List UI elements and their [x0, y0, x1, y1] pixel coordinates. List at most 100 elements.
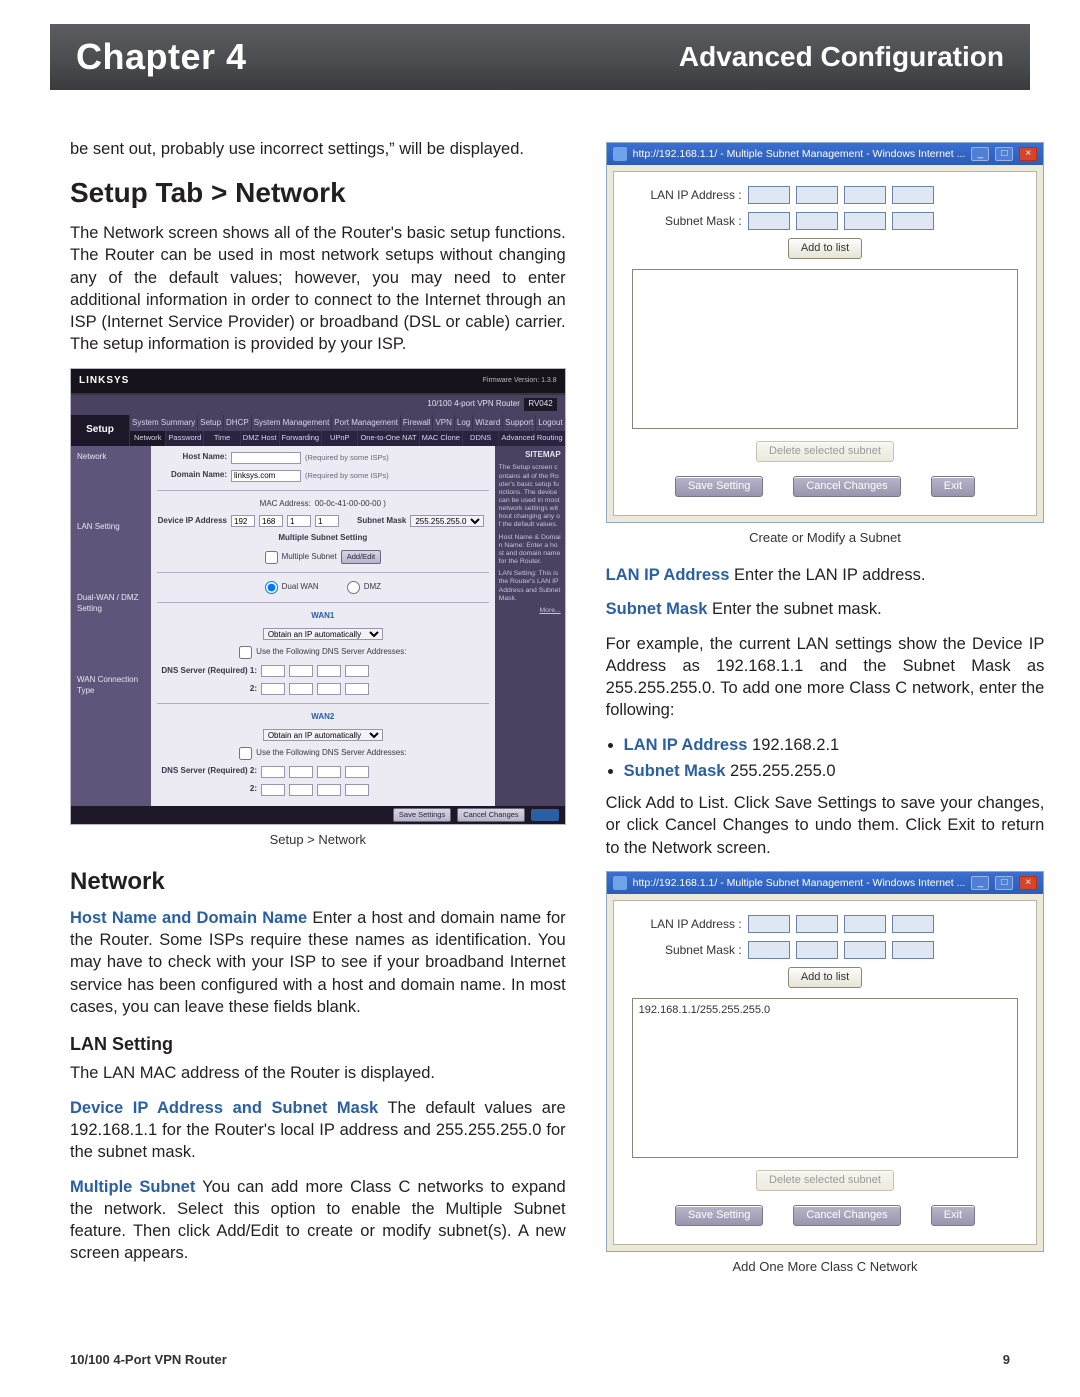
lan-ip-label: LAN IP Address : [632, 187, 742, 203]
tab[interactable]: Firewall [400, 415, 433, 432]
multi-subnet-title: Multiple Subnet Setting [157, 533, 489, 544]
subtab[interactable]: One-to-One NAT [357, 431, 418, 445]
lan-ip-octet[interactable] [748, 915, 790, 933]
ip-octet[interactable] [259, 515, 283, 527]
dns2-checkbox[interactable] [239, 747, 252, 760]
delete-subnet-button[interactable]: Delete selected subnet [756, 1170, 894, 1191]
subnet-octet[interactable] [748, 941, 790, 959]
lan-ip-octet[interactable] [796, 186, 838, 204]
heading-network: Network [70, 866, 566, 898]
subnet-label: Subnet Mask [357, 516, 406, 527]
router-brand: LINKSYS [79, 374, 129, 388]
subtab[interactable]: Time [203, 431, 239, 445]
ip-octet[interactable] [287, 515, 311, 527]
lan-ip-octet[interactable] [844, 186, 886, 204]
subtab[interactable]: Forwarding [279, 431, 322, 445]
lan-ip-octet[interactable] [892, 915, 934, 933]
addedit-button[interactable]: Add/Edit [341, 550, 381, 564]
tab[interactable]: Port Management [331, 415, 400, 432]
save-setting-button[interactable]: Save Setting [675, 1205, 763, 1226]
lan-ip-octet[interactable] [892, 186, 934, 204]
right-column: http://192.168.1.1/ - Multiple Subnet Ma… [606, 138, 1045, 1317]
more-link[interactable]: More... [499, 607, 561, 615]
add-to-list-button[interactable]: Add to list [788, 967, 862, 988]
subtab[interactable]: DMZ Host [240, 431, 279, 445]
subtab[interactable]: Advanced Routing [498, 431, 564, 445]
subnet-octet[interactable] [892, 212, 934, 230]
lan-ip-para: LAN IP Address Enter the LAN IP address. [606, 564, 1045, 586]
tab[interactable]: VPN [432, 415, 453, 432]
left-column: be sent out, probably use incorrect sett… [70, 138, 566, 1317]
cisco-logo [531, 809, 559, 821]
device-ip-para: Device IP Address and Subnet Mask The de… [70, 1097, 566, 1164]
subtab[interactable]: MAC Clone [419, 431, 462, 445]
dns1-checkbox[interactable] [239, 646, 252, 659]
subnet-octet[interactable] [796, 941, 838, 959]
exit-button[interactable]: Exit [931, 476, 975, 497]
sitemap-link[interactable]: SITEMAP [499, 450, 561, 461]
subnet-octet[interactable] [892, 941, 934, 959]
delete-subnet-button[interactable]: Delete selected subnet [756, 441, 894, 462]
lan-ip-octet[interactable] [748, 186, 790, 204]
tab[interactable]: Wizard [472, 415, 502, 432]
router-model: 10/100 4-port VPN Router [427, 399, 520, 410]
tab[interactable]: System Summary [129, 415, 197, 432]
exit-button[interactable]: Exit [931, 1205, 975, 1226]
device-ip-label: Device IP Address [157, 516, 227, 527]
add-to-list-button[interactable]: Add to list [788, 238, 862, 259]
minimize-icon[interactable]: _ [971, 876, 989, 890]
subnet-octet[interactable] [844, 941, 886, 959]
tab[interactable]: Support [502, 415, 535, 432]
lan-ip-octet[interactable] [844, 915, 886, 933]
ip-octet[interactable] [315, 515, 339, 527]
save-settings-button[interactable]: Save Settings [393, 808, 451, 822]
lan-ip-label: LAN IP Address : [632, 916, 742, 932]
page-header: Chapter 4 Advanced Configuration [50, 24, 1030, 90]
cancel-changes-button[interactable]: Cancel Changes [793, 476, 900, 497]
host-name-label: Host Name: [157, 452, 227, 463]
close-icon[interactable]: × [1019, 147, 1037, 161]
router-help-panel: SITEMAP The Setup screen contains all of… [495, 446, 565, 806]
host-name-input[interactable] [231, 452, 301, 464]
save-setting-button[interactable]: Save Setting [675, 476, 763, 497]
mac-value: 00-0c-41-00-00-00 ) [315, 499, 386, 510]
dual-wan-radio[interactable] [265, 581, 278, 594]
close-icon[interactable]: × [1019, 876, 1037, 890]
ip-octet[interactable] [231, 515, 255, 527]
minimize-icon[interactable]: _ [971, 147, 989, 161]
subnet-octet[interactable] [844, 212, 886, 230]
tab[interactable]: System Management [251, 415, 332, 432]
tab[interactable]: DHCP [223, 415, 251, 432]
router-left-groups: Network LAN Setting Dual-WAN / DMZ Setti… [71, 446, 151, 806]
router-active-tab[interactable]: Setup [71, 415, 129, 446]
subnet-octet[interactable] [748, 212, 790, 230]
domain-name-input[interactable] [231, 470, 301, 482]
wan2-select[interactable]: Obtain an IP automatically [263, 729, 383, 741]
click-para: Click Add to List. Click Save Settings t… [606, 792, 1045, 859]
tab[interactable]: Setup [197, 415, 223, 432]
subtab[interactable]: Network [129, 431, 165, 445]
maximize-icon[interactable]: □ [995, 147, 1013, 161]
subtab[interactable]: DDNS [462, 431, 498, 445]
cancel-changes-button[interactable]: Cancel Changes [457, 808, 524, 822]
subnet-select[interactable]: 255.255.255.0 [410, 515, 484, 527]
subnet-octet[interactable] [796, 212, 838, 230]
list-item[interactable]: 192.168.1.1/255.255.255.0 [639, 1003, 1012, 1018]
lan-ip-octet[interactable] [796, 915, 838, 933]
domain-name-label: Domain Name: [157, 470, 227, 481]
dmz-radio[interactable] [347, 581, 360, 594]
multi-subnet-checkbox[interactable] [265, 551, 278, 564]
multi-subnet-label: Multiple Subnet [282, 552, 337, 563]
tab[interactable]: Log [454, 415, 472, 432]
maximize-icon[interactable]: □ [995, 876, 1013, 890]
subtab[interactable]: UPnP [321, 431, 357, 445]
popup-title: http://192.168.1.1/ - Multiple Subnet Ma… [633, 876, 966, 890]
cancel-changes-button[interactable]: Cancel Changes [793, 1205, 900, 1226]
wan1-select[interactable]: Obtain an IP automatically [263, 628, 383, 640]
subnet-listbox[interactable] [632, 269, 1019, 429]
subnet-listbox[interactable]: 192.168.1.1/255.255.255.0 [632, 998, 1019, 1158]
tab[interactable]: Logout [535, 415, 564, 432]
router-admin-screenshot: LINKSYS Firmware Version: 1.3.8 10/100 4… [70, 368, 566, 825]
popup1-caption: Create or Modify a Subnet [606, 529, 1045, 547]
subtab[interactable]: Password [165, 431, 203, 445]
